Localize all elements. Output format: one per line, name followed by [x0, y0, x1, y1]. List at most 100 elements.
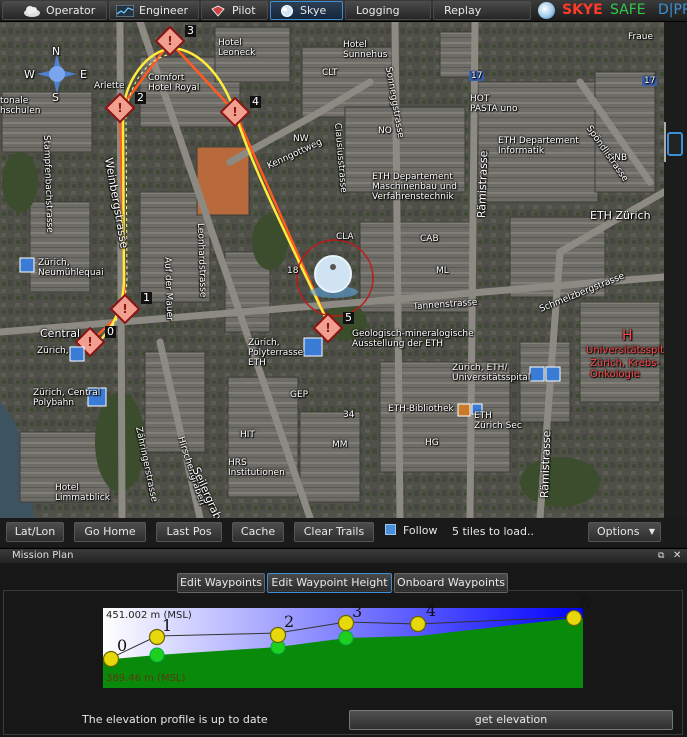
- go-home-button[interactable]: Go Home: [74, 522, 146, 542]
- map-label-central-polybahn: Zürich, Central Polybahn: [33, 388, 101, 408]
- map-label-eth-zurich: ETH Zürich: [590, 209, 651, 222]
- tab-operator[interactable]: Operator: [2, 1, 107, 20]
- road-number-17b: 17: [642, 76, 658, 86]
- map-label-ml: ML: [436, 266, 449, 276]
- waypoint-label-0: 0: [105, 325, 116, 338]
- map-label-eth-informatik: ETH Departement Informatik: [498, 136, 579, 156]
- road-number-18: 18: [287, 266, 299, 276]
- elevation-status: The elevation profile is up to date: [82, 713, 268, 726]
- follow-checkbox[interactable]: [385, 524, 396, 535]
- svg-text:!: !: [232, 105, 237, 119]
- map-label-geologisch: Geologisch-mineralogische Ausstellung de…: [352, 329, 474, 349]
- map-label-hotel-sunnehus: Hotel Sunnehus: [343, 40, 388, 60]
- tab-logging-label: Logging: [356, 4, 400, 17]
- map-label-hochschulen: tonale hschulen: [0, 96, 41, 116]
- chevron-down-icon: ▼: [648, 527, 655, 536]
- map-label-hrs: HRS Institutionen: [228, 458, 285, 478]
- skye-logo-icon: [538, 2, 555, 19]
- map-zoom-slider[interactable]: [664, 22, 687, 518]
- compass-w: W: [24, 68, 35, 81]
- map-label-hotel-limmatblick: Hotel Limmatblick: [55, 483, 110, 503]
- zoom-track: [664, 122, 666, 162]
- street-ramistrasse: Rämistrasse: [475, 150, 491, 219]
- close-icon[interactable]: ✕: [673, 549, 681, 563]
- brand-area: SKYE SAFE D|PR: [534, 0, 687, 21]
- tab-engineer-label: Engineer: [139, 4, 188, 17]
- map-label-no: NO: [378, 126, 392, 136]
- profile-waypoint-4: 4: [426, 601, 437, 620]
- map-label-universitatsspital-eth: Zürich, ETH/ Universitätsspital: [452, 363, 531, 383]
- max-elevation-label: 451.002 m (MSL): [106, 610, 192, 621]
- map-label-clt: CLT: [322, 68, 338, 78]
- map-label-cla: CLA: [336, 232, 354, 242]
- options-label: Options: [597, 525, 640, 538]
- drone-icon: [314, 255, 352, 293]
- waypoint-label-2: 2: [135, 91, 146, 104]
- chart-icon: [116, 5, 134, 17]
- mission-plan-title: Mission Plan: [12, 550, 74, 561]
- tab-replay[interactable]: Replay: [433, 1, 531, 20]
- profile-waypoint-5: 5: [580, 594, 591, 613]
- get-elevation-button[interactable]: get elevation: [349, 710, 673, 730]
- map-label-comfort-hotel: Comfort Hotel Royal: [148, 73, 200, 93]
- min-elevation-label: 389.46 m (MSL): [106, 673, 186, 684]
- satellite-map[interactable]: ! ! ! ! ! ! N W S E 0 1 2 3 4 5 Arlette …: [0, 22, 664, 518]
- tab-replay-label: Replay: [444, 4, 482, 17]
- zoom-handle[interactable]: [667, 132, 683, 156]
- svg-text:!: !: [87, 335, 92, 349]
- last-pos-button[interactable]: Last Pos: [156, 522, 222, 542]
- tab-skye-label: Skye: [300, 4, 327, 17]
- map-label-eth-bibliothek: ETH-Bibliothek: [388, 404, 454, 414]
- map-label-hit: HIT: [240, 430, 255, 440]
- brand-dipr: D|PR: [658, 2, 687, 18]
- profile-waypoint-3: 3: [352, 602, 363, 621]
- svg-text:!: !: [167, 34, 172, 48]
- waypoint-label-4: 4: [250, 95, 261, 108]
- tab-pilot[interactable]: Pilot: [201, 1, 268, 20]
- map-label-mm: MM: [332, 440, 348, 450]
- tab-pilot-label: Pilot: [232, 4, 256, 17]
- svg-text:!: !: [122, 302, 127, 316]
- road-number-17: 17: [469, 71, 485, 81]
- compass-n: N: [52, 45, 61, 58]
- clear-trails-button[interactable]: Clear Trails: [294, 522, 374, 542]
- map-label-hot-pasta: HOT PASTA uno: [470, 94, 518, 114]
- map-label-eth-maschinenbau: ETH Departement Maschinenbau und Verfahr…: [372, 172, 457, 202]
- map-label-fraue: Fraue: [628, 32, 653, 42]
- cloud-icon: [24, 6, 40, 17]
- waypoint-label-5: 5: [343, 311, 354, 324]
- map-label-hg: HG: [425, 438, 439, 448]
- waypoint-label-3: 3: [185, 24, 196, 37]
- waypoint-label-1: 1: [141, 291, 152, 304]
- cache-button[interactable]: Cache: [232, 522, 284, 542]
- map-label-neumuehlequai: Zürich, Neumühlequai: [38, 258, 104, 278]
- skye-icon: [281, 5, 293, 17]
- map-label-eth-zurich-sec: ETH Zürich Sec: [474, 411, 522, 431]
- profile-waypoint-1: 1: [162, 616, 173, 635]
- map-label-hospital-h: H: [622, 328, 633, 344]
- map-label-universitatsspital: Universitätsspit: [586, 345, 664, 356]
- top-toolbar: Operator Engineer Pilot Skye Logging Rep…: [0, 0, 687, 22]
- map-label-zurich-krebs: Zürich, Krebs- Onkologie: [590, 358, 661, 380]
- compass-e: E: [80, 68, 87, 81]
- compass-s: S: [52, 91, 59, 104]
- map-label-zurich-central: Zürich,: [37, 346, 69, 356]
- tab-engineer[interactable]: Engineer: [109, 1, 199, 20]
- map-label-polyterrasse: Zürich, Polyterrasse ETH: [248, 338, 304, 368]
- street-ramistrasse-lower: Rämistrasse: [538, 430, 554, 499]
- brand-safe: SAFE: [610, 2, 646, 18]
- tab-logging[interactable]: Logging: [345, 1, 431, 20]
- latlon-button[interactable]: Lat/Lon: [6, 522, 64, 542]
- options-dropdown[interactable]: Options ▼: [588, 522, 661, 542]
- float-icon[interactable]: ⧉: [658, 549, 664, 563]
- map-label-arlette: Arlette: [94, 81, 125, 91]
- road-number-34: 34: [343, 410, 355, 420]
- profile-waypoint-2: 2: [284, 612, 295, 631]
- follow-label: Follow: [403, 524, 438, 537]
- mission-plan-header: Mission Plan ⧉ ✕: [0, 548, 687, 563]
- map-label-central: Central: [40, 327, 81, 340]
- svg-text:!: !: [117, 101, 122, 115]
- tab-skye[interactable]: Skye: [270, 1, 343, 20]
- brand-skye: SKYE: [562, 2, 603, 18]
- map-label-hotel-leoneck: Hotel Leoneck: [218, 38, 256, 58]
